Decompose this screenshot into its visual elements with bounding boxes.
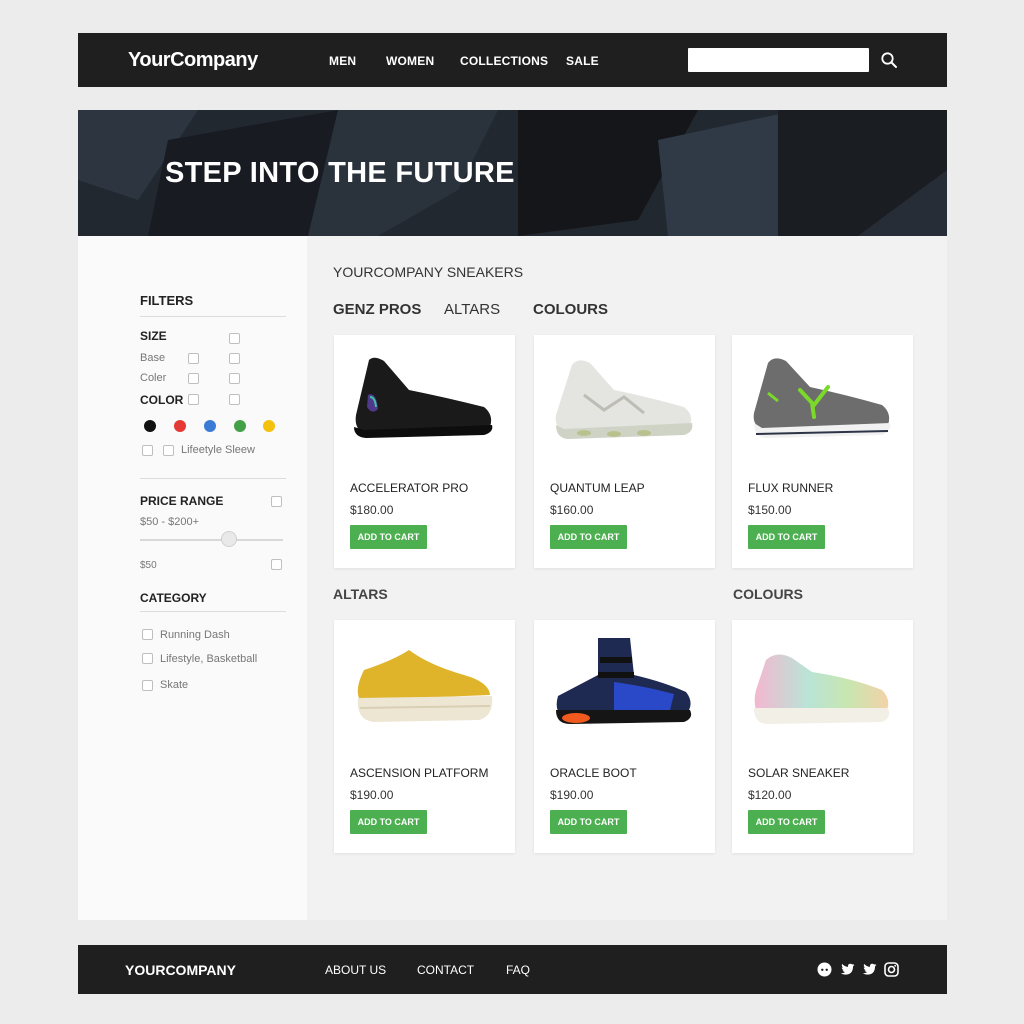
price-checkbox[interactable]	[271, 559, 282, 570]
size-checkbox[interactable]	[229, 353, 240, 364]
tab-genz-pros[interactable]: GENZ PROS	[333, 301, 421, 318]
section-label-colours: COLOURS	[733, 586, 803, 602]
lifestyle-checkbox[interactable]	[142, 445, 153, 456]
price-min-label: $50	[140, 560, 157, 571]
product-name: ORACLE BOOT	[550, 766, 637, 780]
nav-women[interactable]: WOMEN	[386, 54, 434, 68]
add-to-cart-button[interactable]: ADD TO CART	[350, 810, 427, 834]
content-title: YOURCOMPANY SNEAKERS	[333, 264, 524, 280]
filters-heading: FILTERS	[140, 293, 194, 308]
size-option-label: Base	[140, 352, 166, 364]
size-checkbox[interactable]	[188, 353, 199, 364]
product-card[interactable]: ACCELERATOR PRO $180.00 ADD TO CART	[334, 335, 515, 568]
price-checkbox[interactable]	[271, 496, 282, 507]
category-label: Running Dash	[160, 629, 230, 641]
product-name: ASCENSION PLATFORM	[350, 766, 489, 780]
category-label: Lifestyle, Basketball	[160, 653, 258, 665]
color-checkbox[interactable]	[188, 394, 199, 405]
product-price: $180.00	[350, 503, 394, 517]
footer: YOURCOMPANY ABOUT US CONTACT FAQ	[78, 945, 947, 994]
product-price: $190.00	[550, 788, 594, 802]
color-checkbox[interactable]	[229, 394, 240, 405]
product-image-sneaker	[732, 335, 913, 470]
product-image-sneaker	[334, 335, 515, 470]
size-checkbox[interactable]	[188, 373, 199, 384]
twitter-icon[interactable]	[862, 962, 877, 977]
footer-logo[interactable]: YOURCOMPANY	[125, 962, 236, 978]
tab-colours[interactable]: COLOURS	[533, 301, 608, 318]
footer-link-faq[interactable]: FAQ	[506, 963, 530, 977]
product-name: ACCELERATOR PRO	[350, 481, 469, 495]
add-to-cart-button[interactable]: ADD TO CART	[350, 525, 427, 549]
category-label: Skate	[160, 679, 189, 691]
category-checkbox[interactable]	[142, 629, 153, 640]
color-swatch-blue[interactable]	[204, 420, 216, 432]
nav-men[interactable]: MEN	[329, 54, 356, 68]
discord-icon[interactable]	[817, 962, 832, 977]
price-slider-track[interactable]	[140, 539, 283, 541]
add-to-cart-button[interactable]: ADD TO CART	[748, 525, 825, 549]
add-to-cart-button[interactable]: ADD TO CART	[550, 810, 627, 834]
hero-banner: STEP INTO THE FUTURE	[78, 110, 947, 236]
top-navbar: YourCompany MEN WOMEN COLLECTIONS SALE	[78, 33, 947, 87]
price-slider-handle[interactable]	[221, 531, 237, 547]
product-card[interactable]: SOLAR SNEAKER $120.00 ADD TO CART	[732, 620, 913, 853]
divider	[140, 316, 286, 317]
section-label-altars: ALTARS	[333, 586, 388, 602]
nav-sale[interactable]: SALE	[566, 54, 599, 68]
color-swatch-black[interactable]	[144, 420, 156, 432]
product-price: $160.00	[550, 503, 594, 517]
filter-sidebar: FILTERS SIZE Base Coler COLOR Lifeetyle …	[78, 236, 307, 920]
product-card[interactable]: FLUX RUNNER $150.00 ADD TO CART	[732, 335, 913, 568]
category-checkbox[interactable]	[142, 680, 153, 691]
hero-title: STEP INTO THE FUTURE	[165, 157, 515, 189]
category-checkbox[interactable]	[142, 653, 153, 664]
tab-altars[interactable]: ALTARS	[444, 301, 500, 318]
product-name: SOLAR SNEAKER	[748, 766, 850, 780]
color-swatch-yellow[interactable]	[263, 420, 275, 432]
add-to-cart-button[interactable]: ADD TO CART	[748, 810, 825, 834]
brand-logo[interactable]: YourCompany	[128, 49, 258, 72]
product-name: QUANTUM LEAP	[550, 481, 645, 495]
lifestyle-label: Lifeetyle Sleew	[181, 444, 255, 456]
price-range-label: $50 - $200+	[140, 516, 200, 528]
price-range-heading: PRICE RANGE	[140, 494, 224, 508]
product-price: $120.00	[748, 788, 792, 802]
footer-link-about[interactable]: ABOUT US	[325, 963, 386, 977]
product-card[interactable]: QUANTUM LEAP $160.00 ADD TO CART	[534, 335, 715, 568]
product-card[interactable]: ORACLE BOOT $190.00 ADD TO CART	[534, 620, 715, 853]
search-input[interactable]	[688, 48, 869, 72]
twitter-icon[interactable]	[840, 962, 855, 977]
product-price: $190.00	[350, 788, 394, 802]
size-checkbox[interactable]	[229, 373, 240, 384]
product-image-sneaker	[534, 335, 715, 470]
search-icon[interactable]	[880, 51, 898, 69]
footer-link-contact[interactable]: CONTACT	[417, 963, 474, 977]
size-checkbox[interactable]	[229, 333, 240, 344]
lifestyle-checkbox[interactable]	[163, 445, 174, 456]
size-option-label: Coler	[140, 372, 167, 384]
product-image-sneaker	[732, 620, 913, 755]
product-card[interactable]: ASCENSION PLATFORM $190.00 ADD TO CART	[334, 620, 515, 853]
main-panel: FILTERS SIZE Base Coler COLOR Lifeetyle …	[78, 236, 947, 920]
category-heading: CATEGORY	[140, 591, 207, 605]
add-to-cart-button[interactable]: ADD TO CART	[550, 525, 627, 549]
divider	[140, 478, 286, 479]
product-price: $150.00	[748, 503, 792, 517]
color-heading: COLOR	[140, 393, 184, 407]
color-swatch-green[interactable]	[234, 420, 246, 432]
product-image-sneaker	[534, 620, 715, 755]
size-heading: SIZE	[140, 329, 167, 343]
product-name: FLUX RUNNER	[748, 481, 834, 495]
instagram-icon[interactable]	[884, 962, 899, 977]
color-swatch-red[interactable]	[174, 420, 186, 432]
product-image-sneaker	[334, 620, 515, 755]
divider	[140, 611, 286, 612]
nav-collections[interactable]: COLLECTIONS	[460, 54, 548, 68]
